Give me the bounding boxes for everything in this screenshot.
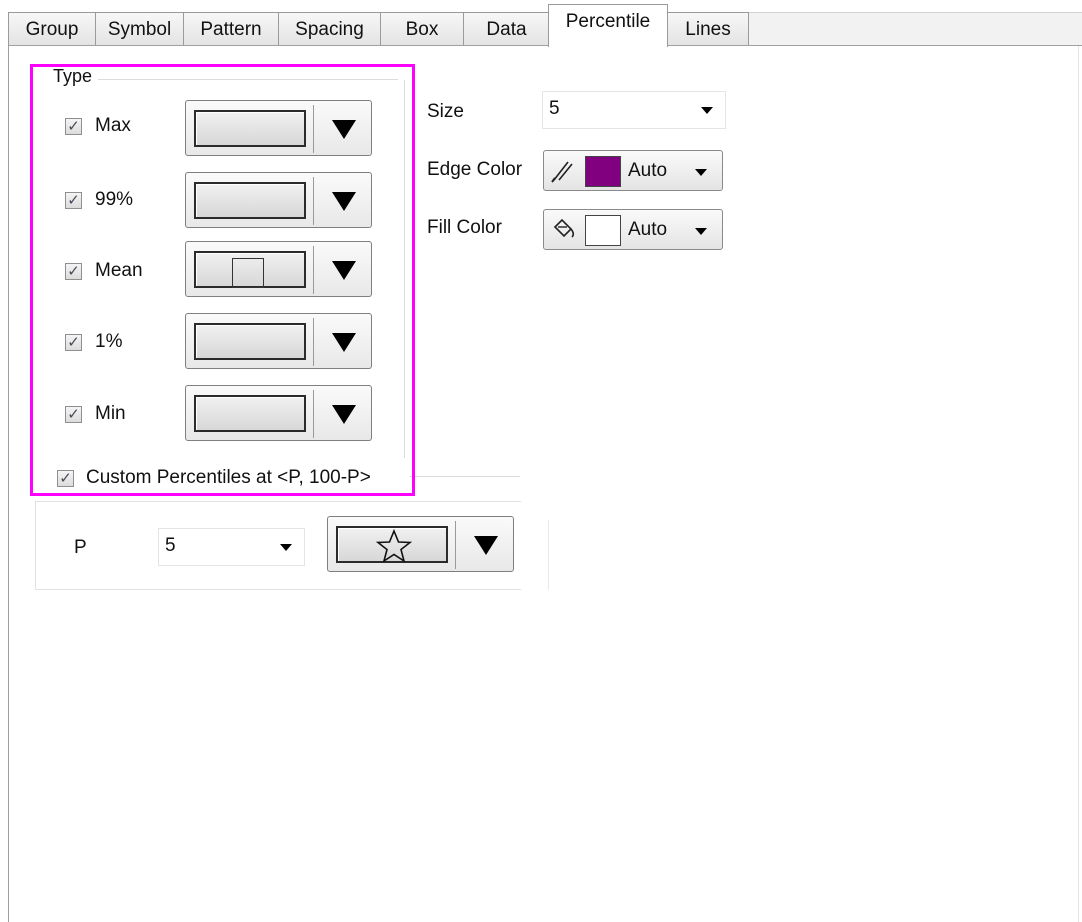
min-symbol-button[interactable] — [185, 385, 372, 441]
tab-data[interactable]: Data — [463, 12, 550, 46]
groupbox-line — [35, 501, 36, 589]
tab-label: Percentile — [565, 11, 651, 32]
min-checkbox[interactable]: ✓ — [65, 406, 82, 423]
size-label: Size — [427, 101, 464, 122]
tab-percentile[interactable]: Percentile — [548, 4, 668, 47]
max-label: Max — [95, 115, 131, 136]
tab-strip-background — [748, 12, 1082, 46]
max-symbol-button[interactable] — [185, 100, 372, 156]
square-symbol-icon — [232, 258, 264, 288]
fill-color-value: Auto — [628, 219, 668, 240]
fill-color-button[interactable]: Auto — [543, 209, 723, 250]
mean-checkbox[interactable]: ✓ — [65, 263, 82, 280]
dropdown-arrow-icon — [332, 405, 356, 424]
chevron-down-icon — [695, 228, 707, 235]
type-group-title: Type — [53, 66, 93, 86]
tab-pattern[interactable]: Pattern — [183, 12, 279, 46]
edge-color-button[interactable]: Auto — [543, 150, 723, 191]
groupbox-line — [35, 589, 521, 590]
checkmark-icon: ✓ — [67, 192, 80, 209]
tab-label: Spacing — [295, 18, 364, 40]
button-separator — [313, 246, 314, 294]
button-separator — [313, 390, 314, 438]
paint-bucket-icon — [553, 218, 575, 238]
p-value-combo[interactable]: 5 — [158, 528, 305, 566]
custom-percentile-symbol-button[interactable] — [327, 516, 514, 572]
symbol-preview — [194, 251, 306, 288]
dropdown-arrow-icon — [332, 120, 356, 139]
tab-baseline — [8, 45, 1082, 46]
size-value: 5 — [549, 98, 560, 119]
fill-color-label: Fill Color — [427, 217, 502, 238]
button-separator — [313, 105, 314, 153]
tab-label: Group — [25, 18, 79, 40]
max-checkbox[interactable]: ✓ — [65, 118, 82, 135]
p1-symbol-button[interactable] — [185, 313, 372, 369]
symbol-preview — [336, 526, 448, 563]
checkmark-icon: ✓ — [67, 263, 80, 280]
mean-label: Mean — [95, 260, 143, 281]
chevron-down-icon — [701, 107, 713, 114]
chevron-down-icon — [280, 544, 292, 551]
button-separator — [313, 177, 314, 225]
tab-label: Data — [486, 18, 527, 40]
p1-label: 1% — [95, 331, 123, 352]
groupbox-line — [410, 476, 520, 477]
tab-spacing[interactable]: Spacing — [278, 12, 381, 46]
tab-label: Box — [405, 18, 439, 40]
symbol-preview — [194, 182, 306, 219]
symbol-preview — [194, 395, 306, 432]
dropdown-arrow-icon — [474, 536, 498, 555]
dropdown-arrow-icon — [332, 192, 356, 211]
p99-label: 99% — [95, 189, 134, 210]
dropdown-arrow-icon — [332, 261, 356, 280]
min-label: Min — [95, 403, 126, 424]
tab-label: Symbol — [107, 18, 172, 40]
p1-checkbox[interactable]: ✓ — [65, 334, 82, 351]
groupbox-line — [548, 520, 549, 590]
dropdown-arrow-icon — [332, 333, 356, 352]
tab-box[interactable]: Box — [380, 12, 464, 46]
checkmark-icon: ✓ — [67, 334, 80, 351]
p-value: 5 — [165, 535, 176, 556]
tab-group[interactable]: Group — [8, 12, 96, 46]
pencil-icon — [551, 161, 573, 183]
tab-label: Lines — [685, 18, 731, 40]
checkmark-icon: ✓ — [59, 470, 72, 487]
custom-percentiles-label: Custom Percentiles at <P, 100-P> — [86, 467, 371, 488]
star-icon — [375, 528, 413, 563]
groupbox-line — [35, 501, 521, 502]
p-label: P — [74, 537, 87, 558]
checkmark-icon: ✓ — [67, 406, 80, 423]
edge-color-swatch — [585, 156, 621, 187]
checkmark-icon: ✓ — [67, 118, 80, 135]
mean-symbol-button[interactable] — [185, 241, 372, 297]
tab-lines[interactable]: Lines — [667, 12, 749, 46]
tab-symbol[interactable]: Symbol — [95, 12, 184, 46]
edge-color-label: Edge Color — [427, 159, 523, 180]
page-border — [8, 46, 9, 922]
custom-percentiles-checkbox[interactable]: ✓ — [57, 470, 74, 487]
symbol-preview — [194, 110, 306, 147]
size-combo[interactable]: 5 — [542, 91, 726, 129]
fill-color-swatch — [585, 215, 621, 246]
symbol-preview — [194, 323, 306, 360]
tab-label: Pattern — [200, 18, 262, 40]
page-border — [1078, 46, 1079, 922]
button-separator — [455, 521, 456, 569]
chevron-down-icon — [695, 169, 707, 176]
edge-color-value: Auto — [628, 160, 668, 181]
tab-strip: Group Symbol Pattern Spacing Box Data Pe… — [0, 0, 1082, 47]
p99-checkbox[interactable]: ✓ — [65, 192, 82, 209]
p99-symbol-button[interactable] — [185, 172, 372, 228]
button-separator — [313, 318, 314, 366]
